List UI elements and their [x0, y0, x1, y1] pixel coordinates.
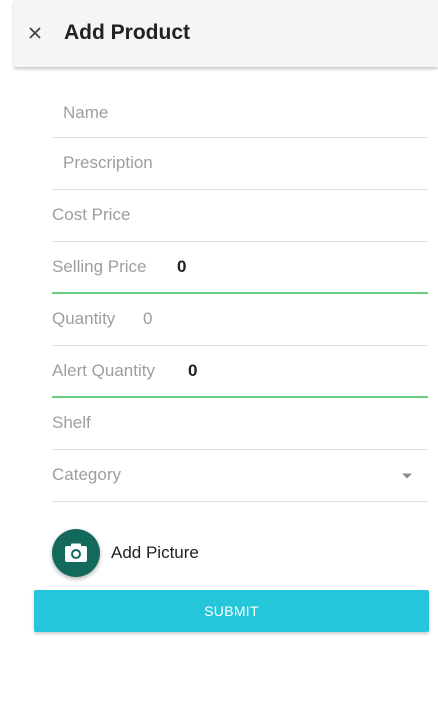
add-picture-label[interactable]: Add Picture — [111, 543, 199, 563]
submit-button[interactable]: SUBMIT — [34, 590, 429, 632]
alert-quantity-field-label: Alert Quantity — [52, 360, 155, 380]
cost-price-field-label: Cost Price — [52, 205, 131, 224]
add-product-form: Name Prescription Cost Price Selling Pri… — [0, 0, 438, 726]
name-field-label: Name — [63, 102, 109, 122]
close-icon[interactable] — [24, 22, 46, 44]
camera-icon — [65, 543, 87, 562]
shelf-field[interactable]: Shelf — [52, 399, 428, 450]
cost-price-field[interactable]: Cost Price — [52, 191, 428, 242]
quantity-field-label: Quantity — [52, 309, 116, 328]
quantity-field[interactable]: Quantity 0 — [52, 295, 428, 346]
alert-quantity-field[interactable]: Alert Quantity 0 — [52, 347, 428, 398]
alert-quantity-value: 0 — [188, 360, 198, 380]
app-bar: Add Product — [14, 0, 438, 67]
page-title: Add Product — [64, 21, 190, 44]
prescription-field[interactable]: Prescription — [52, 139, 428, 190]
prescription-field-label: Prescription — [63, 153, 153, 172]
name-field[interactable]: Name — [52, 90, 428, 138]
category-select[interactable]: Category — [52, 451, 428, 502]
add-picture-button[interactable] — [52, 529, 100, 577]
shelf-field-label: Shelf — [52, 413, 91, 432]
selling-price-value: 0 — [177, 256, 187, 276]
category-select-label: Category — [52, 465, 121, 484]
selling-price-field[interactable]: Selling Price 0 — [52, 243, 428, 294]
selling-price-field-label: Selling Price — [52, 256, 147, 276]
quantity-value: 0 — [143, 309, 153, 328]
chevron-down-icon[interactable] — [402, 473, 412, 479]
